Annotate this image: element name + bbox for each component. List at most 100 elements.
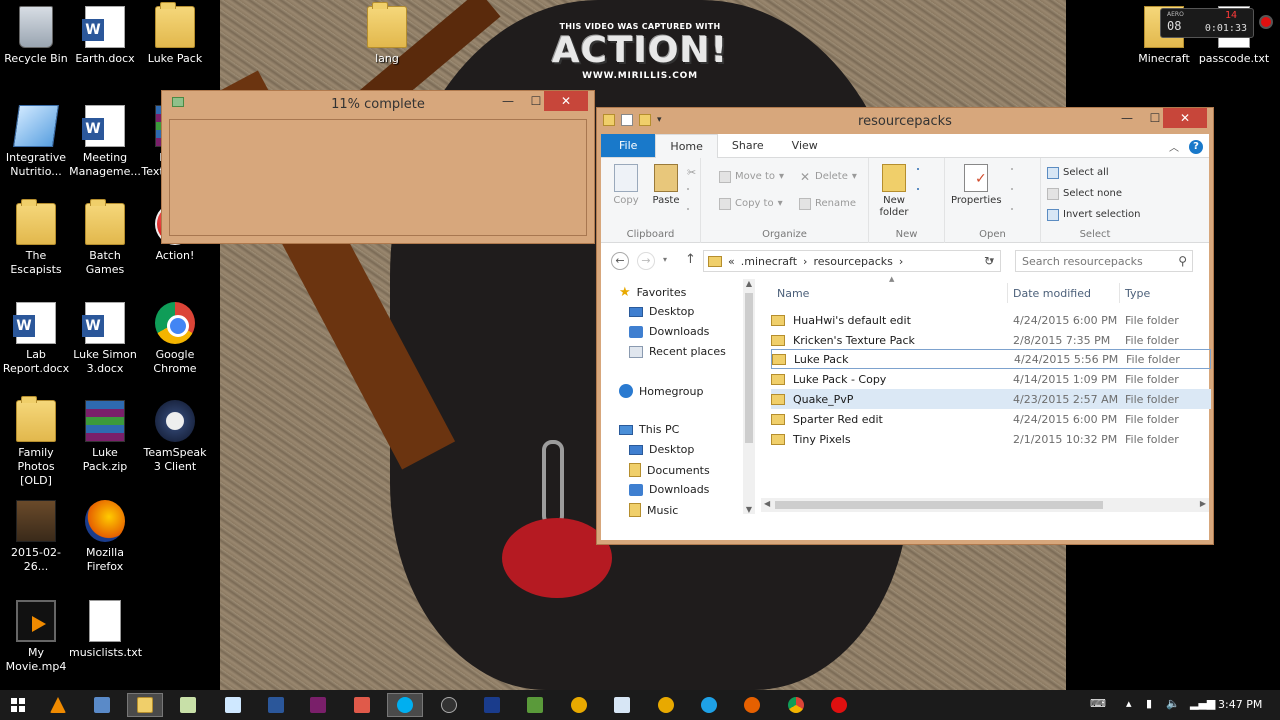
- collapse-ribbon-icon[interactable]: ︿: [1169, 139, 1179, 154]
- desktop-icon-escapists[interactable]: The Escapists: [0, 199, 72, 277]
- volume-icon[interactable]: 🔈: [1166, 697, 1180, 710]
- taskbar-steam[interactable]: [431, 693, 467, 717]
- column-header-date[interactable]: Date modified: [1013, 287, 1091, 300]
- start-button[interactable]: [0, 693, 36, 717]
- scrollbar-thumb[interactable]: [745, 293, 753, 443]
- taskbar-clock[interactable]: 3:47 PM: [1218, 698, 1262, 711]
- properties-button[interactable]: Properties: [951, 162, 1002, 207]
- desktop-icon-luke-pack[interactable]: Luke Pack: [139, 2, 211, 66]
- taskbar-monitor[interactable]: [474, 693, 510, 717]
- taskbar-minecraft[interactable]: [517, 693, 553, 717]
- desktop-icon-my-movie[interactable]: My Movie.mp4: [0, 600, 72, 674]
- taskbar-vortex[interactable]: [648, 693, 684, 717]
- desktop-icon-integrative[interactable]: Integrative Nutritio...: [0, 105, 72, 179]
- copy-path-icon[interactable]: [687, 188, 689, 190]
- copy-button[interactable]: Copy: [607, 162, 645, 207]
- file-list-hscrollbar[interactable]: ◀ ▶: [761, 498, 1209, 512]
- minimize-button[interactable]: —: [494, 91, 522, 111]
- recent-locations-chevron-icon[interactable]: ▾: [663, 255, 667, 264]
- taskbar-ie[interactable]: [691, 693, 727, 717]
- paste-shortcut-icon[interactable]: [687, 208, 689, 210]
- nav-pc-downloads[interactable]: Downloads: [629, 483, 709, 496]
- file-row-huahwi[interactable]: HuaHwi's default edit 4/24/2015 6:00 PM …: [771, 310, 1211, 330]
- nav-item-recent-places[interactable]: Recent places: [629, 345, 726, 358]
- taskbar-document[interactable]: [604, 693, 640, 717]
- taskbar-vlc[interactable]: [40, 693, 76, 717]
- search-input[interactable]: Search resourcepacks ⚲: [1015, 250, 1193, 272]
- record-indicator-icon[interactable]: [1259, 15, 1273, 29]
- desktop-icon-luke-simon[interactable]: Luke Simon 3.docx: [69, 302, 141, 376]
- taskbar-journal[interactable]: [215, 693, 251, 717]
- breadcrumb-overflow[interactable]: «: [728, 255, 735, 268]
- taskbar-chrome[interactable]: [778, 693, 814, 717]
- scrollbar-thumb[interactable]: [775, 501, 1103, 509]
- column-header-name[interactable]: Name: [777, 287, 809, 300]
- up-button[interactable]: ↑: [685, 252, 696, 267]
- taskbar-file-explorer[interactable]: [127, 693, 163, 717]
- taskbar-word[interactable]: [258, 693, 294, 717]
- desktop-icon-batch-games[interactable]: Batch Games: [69, 199, 141, 277]
- scroll-down-icon[interactable]: ▼: [743, 505, 755, 514]
- breadcrumb-resourcepacks[interactable]: resourcepacks: [813, 255, 892, 268]
- desktop-icon-teamspeak[interactable]: TeamSpeak 3 Client: [139, 400, 211, 474]
- nav-pane-scrollbar[interactable]: ▲ ▼: [743, 279, 755, 514]
- dialog-title-bar[interactable]: 11% complete — ☐ ✕: [162, 91, 594, 119]
- desktop-icon-recycle-bin[interactable]: Recycle Bin: [0, 6, 72, 66]
- close-button[interactable]: ✕: [544, 91, 588, 111]
- nav-this-pc[interactable]: This PC: [619, 423, 679, 436]
- new-folder-button[interactable]: New folder: [875, 162, 913, 219]
- tab-file[interactable]: File: [601, 134, 656, 157]
- nav-item-desktop[interactable]: Desktop: [629, 305, 694, 318]
- tab-view[interactable]: View: [778, 134, 832, 157]
- delete-button[interactable]: ✕ Delete ▾: [799, 170, 857, 184]
- help-icon[interactable]: ?: [1189, 139, 1203, 154]
- rename-button[interactable]: Rename: [799, 197, 856, 211]
- desktop-icon-chrome[interactable]: Google Chrome: [139, 302, 211, 376]
- desktop-icon-lang[interactable]: lang: [351, 2, 423, 66]
- keyboard-icon[interactable]: ⌨: [1090, 697, 1106, 710]
- address-bar[interactable]: « .minecraft › resourcepacks › ▾: [703, 250, 1001, 272]
- file-row-luke-pack[interactable]: Luke Pack 4/24/2015 5:56 PM File folder: [771, 349, 1211, 369]
- history-icon[interactable]: [1011, 208, 1013, 210]
- file-row-luke-pack-copy[interactable]: Luke Pack - Copy 4/14/2015 1:09 PM File …: [771, 369, 1211, 389]
- back-button[interactable]: ←: [611, 252, 629, 270]
- invert-selection-button[interactable]: Invert selection: [1047, 208, 1141, 222]
- taskbar-app[interactable]: [561, 693, 597, 717]
- nav-favorites[interactable]: ★ Favorites: [619, 285, 686, 300]
- column-header-type[interactable]: Type: [1125, 287, 1150, 300]
- paste-button[interactable]: Paste: [647, 162, 685, 207]
- tab-home[interactable]: Home: [655, 134, 718, 159]
- taskbar-paint[interactable]: [344, 693, 380, 717]
- scroll-left-icon[interactable]: ◀: [764, 499, 770, 508]
- desktop-icon-family-photos[interactable]: Family Photos [OLD]: [0, 396, 72, 488]
- easy-access-icon[interactable]: [917, 188, 919, 190]
- desktop-icon-luke-pack-zip[interactable]: Luke Pack.zip: [69, 400, 141, 474]
- desktop-icon-photo-file[interactable]: 2015-02-26...: [0, 500, 72, 574]
- desktop-icon-meeting[interactable]: Meeting Manageme...: [69, 105, 141, 179]
- battery-icon[interactable]: ▮: [1146, 697, 1152, 710]
- nav-pc-music[interactable]: Music: [629, 503, 678, 517]
- desktop-icon-earth-docx[interactable]: Earth.docx: [69, 6, 141, 66]
- scroll-right-icon[interactable]: ▶: [1200, 499, 1206, 508]
- move-to-button[interactable]: Move to ▾: [719, 170, 784, 184]
- open-icon[interactable]: [1011, 168, 1013, 170]
- taskbar-notepad[interactable]: [170, 693, 206, 717]
- scroll-up-icon[interactable]: ▲: [743, 279, 755, 288]
- nav-homegroup[interactable]: Homegroup: [619, 384, 703, 398]
- desktop-icon-lab-report[interactable]: Lab Report.docx: [0, 302, 72, 376]
- breadcrumb-minecraft[interactable]: .minecraft: [741, 255, 797, 268]
- taskbar-firefox[interactable]: [734, 693, 770, 717]
- close-button[interactable]: ✕: [1163, 108, 1207, 128]
- file-row-kricken[interactable]: Kricken's Texture Pack 2/8/2015 7:35 PM …: [771, 330, 1211, 350]
- taskbar-remote[interactable]: [84, 693, 120, 717]
- refresh-icon[interactable]: ↻: [984, 254, 994, 268]
- nav-pc-desktop[interactable]: Desktop: [629, 443, 694, 456]
- desktop-icon-musiclists[interactable]: musiclists.txt: [69, 600, 142, 660]
- column-divider[interactable]: [1007, 283, 1008, 303]
- copy-to-button[interactable]: Copy to ▾: [719, 197, 783, 211]
- forward-button[interactable]: →: [637, 252, 655, 270]
- nav-item-downloads[interactable]: Downloads: [629, 325, 709, 338]
- file-row-sparter[interactable]: Sparter Red edit 4/24/2015 6:00 PM File …: [771, 409, 1211, 429]
- file-row-tiny-pixels[interactable]: Tiny Pixels 2/1/2015 10:32 PM File folde…: [771, 429, 1211, 449]
- desktop-icon-firefox[interactable]: Mozilla Firefox: [69, 500, 141, 574]
